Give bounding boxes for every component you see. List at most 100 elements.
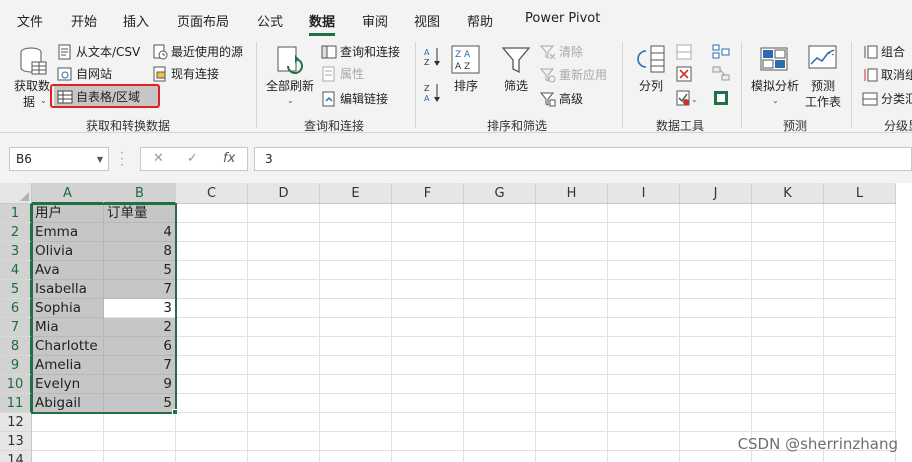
tab-review[interactable]: 审阅 xyxy=(362,11,388,30)
cell-e9[interactable] xyxy=(320,356,392,375)
cell-c12[interactable] xyxy=(176,413,248,432)
advanced-filter-button[interactable]: 高级 xyxy=(540,90,583,107)
reapply-button[interactable]: 重新应用 xyxy=(540,66,607,83)
cell-h12[interactable] xyxy=(536,413,608,432)
cell-d14[interactable] xyxy=(248,451,320,462)
cell-c7[interactable] xyxy=(176,318,248,337)
cell-l12[interactable] xyxy=(824,413,896,432)
cell-f4[interactable] xyxy=(392,261,464,280)
tab-help[interactable]: 帮助 xyxy=(467,11,493,30)
cancel-icon[interactable]: ✕ xyxy=(153,151,164,166)
cell-b2[interactable]: 4 xyxy=(104,223,176,242)
cell-k7[interactable] xyxy=(752,318,824,337)
cell-c4[interactable] xyxy=(176,261,248,280)
cell-f14[interactable] xyxy=(392,451,464,462)
ungroup-button[interactable]: 取消组 xyxy=(862,66,912,83)
cell-a14[interactable] xyxy=(32,451,104,462)
from-web-button[interactable]: 自网站 xyxy=(57,65,112,82)
row-header-6[interactable]: 6 xyxy=(0,299,32,318)
cell-f8[interactable] xyxy=(392,337,464,356)
cell-c10[interactable] xyxy=(176,375,248,394)
cell-i11[interactable] xyxy=(608,394,680,413)
remove-duplicates-icon[interactable] xyxy=(676,66,692,82)
cell-d9[interactable] xyxy=(248,356,320,375)
cell-i5[interactable] xyxy=(608,280,680,299)
cell-d12[interactable] xyxy=(248,413,320,432)
cell-h6[interactable] xyxy=(536,299,608,318)
cell-g13[interactable] xyxy=(464,432,536,451)
column-header-a[interactable]: A xyxy=(32,183,104,204)
cell-f9[interactable] xyxy=(392,356,464,375)
cell-g4[interactable] xyxy=(464,261,536,280)
cell-d10[interactable] xyxy=(248,375,320,394)
cell-k2[interactable] xyxy=(752,223,824,242)
cell-b1[interactable]: 订单量 xyxy=(104,204,176,223)
consolidate-icon[interactable] xyxy=(712,44,730,60)
cell-g11[interactable] xyxy=(464,394,536,413)
cell-l8[interactable] xyxy=(824,337,896,356)
cell-k3[interactable] xyxy=(752,242,824,261)
cell-a3[interactable]: Olivia xyxy=(32,242,104,261)
cell-c1[interactable] xyxy=(176,204,248,223)
cell-l7[interactable] xyxy=(824,318,896,337)
manage-data-model-icon[interactable] xyxy=(712,90,730,106)
row-header-10[interactable]: 10 xyxy=(0,375,32,394)
cell-l9[interactable] xyxy=(824,356,896,375)
tab-page-layout[interactable]: 页面布局 xyxy=(177,11,229,30)
cell-k9[interactable] xyxy=(752,356,824,375)
cell-j9[interactable] xyxy=(680,356,752,375)
cell-e4[interactable] xyxy=(320,261,392,280)
cell-d5[interactable] xyxy=(248,280,320,299)
subtotal-button[interactable]: 分类汇 xyxy=(862,90,912,107)
cell-h3[interactable] xyxy=(536,242,608,261)
cell-e10[interactable] xyxy=(320,375,392,394)
row-header-12[interactable]: 12 xyxy=(0,413,32,432)
cell-j5[interactable] xyxy=(680,280,752,299)
name-box[interactable]: B6 ▼ xyxy=(9,147,109,171)
cell-a11[interactable]: Abigail xyxy=(32,394,104,413)
column-header-i[interactable]: I xyxy=(608,183,680,204)
cell-k8[interactable] xyxy=(752,337,824,356)
sort-button[interactable]: Z A A Z 排序 xyxy=(448,44,484,104)
cell-j12[interactable] xyxy=(680,413,752,432)
cell-b13[interactable] xyxy=(104,432,176,451)
cell-d4[interactable] xyxy=(248,261,320,280)
cell-j7[interactable] xyxy=(680,318,752,337)
cell-b11[interactable]: 5 xyxy=(104,394,176,413)
row-header-3[interactable]: 3 xyxy=(0,242,32,261)
cell-h10[interactable] xyxy=(536,375,608,394)
tab-data[interactable]: 数据 xyxy=(309,11,335,30)
cell-k11[interactable] xyxy=(752,394,824,413)
cell-a8[interactable]: Charlotte xyxy=(32,337,104,356)
cell-e2[interactable] xyxy=(320,223,392,242)
cell-l10[interactable] xyxy=(824,375,896,394)
cell-i3[interactable] xyxy=(608,242,680,261)
cell-e3[interactable] xyxy=(320,242,392,261)
cell-g8[interactable] xyxy=(464,337,536,356)
cell-b3[interactable]: 8 xyxy=(104,242,176,261)
cell-f13[interactable] xyxy=(392,432,464,451)
cell-f6[interactable] xyxy=(392,299,464,318)
cell-l2[interactable] xyxy=(824,223,896,242)
existing-connections-button[interactable]: 现有连接 xyxy=(152,65,219,82)
cell-a5[interactable]: Isabella xyxy=(32,280,104,299)
row-header-4[interactable]: 4 xyxy=(0,261,32,280)
select-all-corner[interactable] xyxy=(0,183,32,204)
cell-f1[interactable] xyxy=(392,204,464,223)
cell-e13[interactable] xyxy=(320,432,392,451)
properties-button[interactable]: 属性 xyxy=(321,65,364,82)
cell-h13[interactable] xyxy=(536,432,608,451)
cell-a2[interactable]: Emma xyxy=(32,223,104,242)
confirm-icon[interactable]: ✓ xyxy=(187,151,198,166)
cell-f10[interactable] xyxy=(392,375,464,394)
cell-j11[interactable] xyxy=(680,394,752,413)
sort-ascending-icon[interactable]: A Z xyxy=(423,46,443,68)
cell-f7[interactable] xyxy=(392,318,464,337)
insert-function-icon[interactable]: fx xyxy=(223,151,235,166)
cell-a13[interactable] xyxy=(32,432,104,451)
cell-g10[interactable] xyxy=(464,375,536,394)
flash-fill-icon[interactable] xyxy=(676,44,692,60)
cell-j3[interactable] xyxy=(680,242,752,261)
cell-f11[interactable] xyxy=(392,394,464,413)
cell-h4[interactable] xyxy=(536,261,608,280)
